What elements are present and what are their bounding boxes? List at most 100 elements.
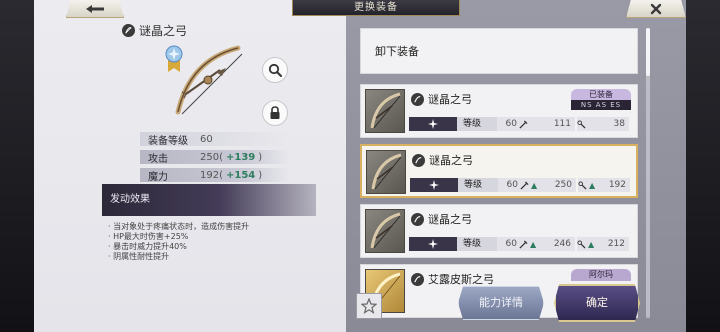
back-button[interactable]	[66, 0, 124, 18]
close-button[interactable]	[626, 0, 686, 18]
item-title: 谜晶之弓	[412, 152, 473, 168]
stat-value: 60	[200, 133, 213, 145]
slot-labels: NS AS ES	[571, 100, 631, 110]
star-rank-icon	[428, 239, 438, 249]
equipped-badge: 已装备 NS AS ES	[571, 89, 631, 111]
attack-stat: ▲ 246	[519, 237, 575, 251]
item-stats: 等级 60 ▲ 246 ▲ 212	[409, 237, 631, 251]
rank-badge	[410, 178, 458, 192]
stat-value: 250	[200, 151, 220, 163]
left-edge	[0, 0, 34, 332]
item-thumbnail	[365, 89, 405, 133]
attack-stat: 111	[519, 117, 575, 131]
item-thumbnail	[366, 150, 406, 194]
item-title: 艾露皮斯之弓	[411, 271, 494, 287]
magic-stat: ▲ 212	[577, 237, 629, 251]
item-name: 艾露皮斯之弓	[428, 273, 494, 286]
rank-badge	[409, 237, 457, 251]
stat-row-equip-level: 装备等级 60	[140, 132, 290, 147]
lock-icon	[270, 106, 280, 119]
stat-row-attack: 攻击 250 ( +139 )	[140, 150, 290, 165]
close-icon	[650, 3, 662, 14]
equipped-label: 已装备	[571, 89, 631, 100]
level-label: 等级	[457, 237, 497, 251]
stat-label: 攻击	[148, 153, 168, 165]
wand-icon	[577, 239, 586, 249]
effect-item: · 暴击时威力提升40%	[108, 242, 187, 251]
item-name: 谜晶之弓	[428, 93, 472, 106]
magic-up-arrow: ▲	[588, 239, 595, 249]
attack-stat: ▲ 250	[520, 178, 576, 192]
star-rank-icon	[429, 180, 439, 190]
attack-up-arrow: ▲	[531, 180, 538, 190]
effect-item: · HP最大时伤害+25%	[108, 232, 189, 241]
list-item[interactable]: 谜晶之弓 等级 60 ▲ 246 ▲ 212	[360, 204, 638, 258]
stat-label: 装备等级	[148, 135, 188, 147]
paren-close: )	[258, 169, 263, 181]
magic-stat: ▲ 192	[578, 178, 630, 192]
stat-row-magic: 魔力 192 ( +154 )	[140, 168, 290, 183]
arrow-left-icon	[86, 4, 104, 13]
sword-icon	[519, 239, 528, 249]
favorite-button[interactable]	[356, 293, 382, 319]
stat-value: 192	[200, 169, 220, 181]
star-rank-icon	[428, 119, 438, 129]
star-icon	[361, 298, 377, 314]
stat-bonus: +154	[226, 169, 256, 181]
attack-value: 246	[553, 239, 571, 249]
list-scrollbar[interactable]	[646, 28, 650, 318]
level-label: 等级	[457, 117, 497, 131]
lock-button[interactable]	[262, 100, 288, 126]
level-value: 60	[497, 237, 519, 251]
owner-badge: 阿尔玛	[571, 269, 631, 281]
magic-value: 212	[607, 239, 625, 249]
confirm-button[interactable]: 确定	[554, 284, 640, 322]
magic-up-arrow: ▲	[589, 180, 596, 190]
item-name: 谜晶之弓	[429, 154, 473, 167]
level-value: 60	[497, 117, 519, 131]
wand-icon	[578, 180, 587, 190]
magic-value: 192	[608, 180, 626, 190]
attack-value: 250	[554, 180, 572, 190]
stat-label: 魔力	[148, 171, 168, 183]
bow-type-icon	[411, 272, 424, 286]
magic-stat: 38	[577, 117, 629, 131]
unequip-button[interactable]: 卸下装备	[360, 28, 638, 74]
item-stats: 等级 60 ▲ 250 ▲ 192	[410, 178, 632, 192]
equipment-screen: 更换装备 谜晶之弓 装备等级 60 攻击 250 (+139) 魔力 192…	[0, 0, 720, 332]
item-name: 谜晶之弓	[428, 213, 472, 226]
page-title: 更换装备	[292, 0, 460, 16]
sword-icon	[519, 119, 528, 129]
stat-bonus: +139	[226, 151, 256, 163]
item-stats: 等级 60 111 38	[409, 117, 631, 131]
bow-type-icon	[122, 24, 135, 37]
list-item-selected[interactable]: 谜晶之弓 等级 60 ▲ 250 ▲ 192	[360, 144, 638, 198]
bow-artwork	[175, 45, 243, 115]
item-name: 谜晶之弓	[139, 24, 188, 38]
list-item[interactable]: 谜晶之弓 已装备 NS AS ES 等级 60 111 38	[360, 84, 638, 138]
item-title: 谜晶之弓	[411, 91, 472, 107]
item-thumbnail	[365, 209, 405, 253]
equipment-list[interactable]: 卸下装备 谜晶之弓 已装备 NS AS ES 等级 60 111 38 谜晶之弓…	[360, 26, 644, 326]
rank-badge	[409, 117, 457, 131]
paren-close: )	[258, 151, 263, 163]
level-value: 60	[498, 178, 520, 192]
bow-type-icon	[411, 212, 424, 226]
effect-item: · 阴属性耐性提升	[108, 252, 170, 261]
sword-icon	[520, 180, 529, 190]
effect-header: 发动效果	[102, 184, 316, 216]
magic-value: 38	[613, 119, 625, 129]
bow-type-icon	[411, 92, 424, 106]
right-edge	[686, 0, 720, 332]
wand-icon	[577, 119, 586, 129]
attack-value: 111	[553, 119, 571, 129]
bow-type-icon	[412, 153, 425, 167]
effect-list: · 当对象处于疼痛状态时，造成伤害提升 · HP最大时伤害+25% · 暴击时威…	[108, 222, 249, 262]
item-title: 谜晶之弓	[411, 211, 472, 227]
ability-detail-button[interactable]: 能力详情	[458, 286, 544, 320]
attack-up-arrow: ▲	[530, 239, 537, 249]
item-header: 谜晶之弓	[122, 22, 187, 39]
zoom-button[interactable]	[262, 57, 288, 83]
effect-item: · 当对象处于疼痛状态时，造成伤害提升	[108, 222, 250, 231]
scroll-thumb[interactable]	[646, 28, 650, 76]
